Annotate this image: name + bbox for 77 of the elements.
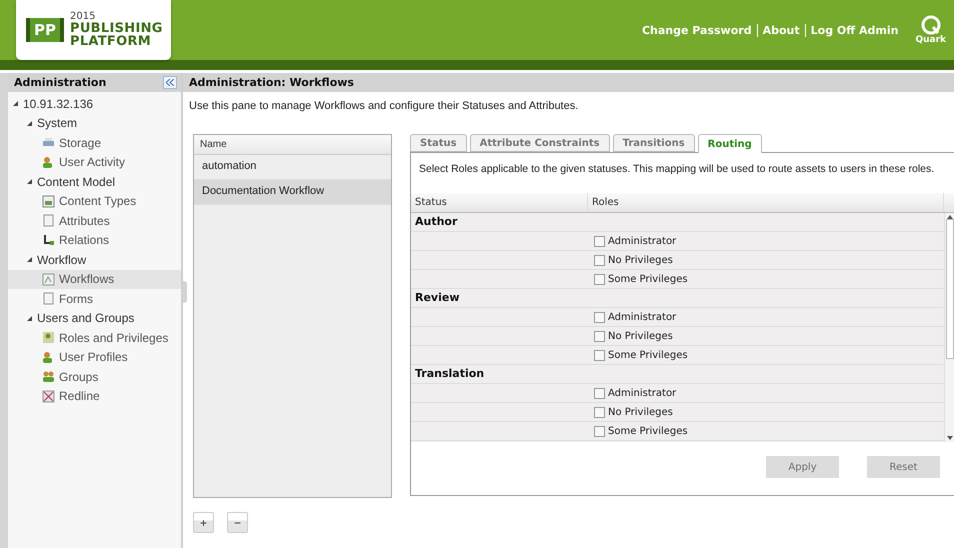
tree-item[interactable]: Groups (8, 367, 181, 386)
checkbox[interactable] (594, 350, 605, 360)
brand-logo-icon (920, 15, 941, 35)
brand-name: Quark (915, 35, 946, 45)
roles-icon (42, 331, 55, 344)
role-label: No Privileges (608, 330, 673, 342)
status-group-row: Review (411, 289, 944, 308)
checkbox[interactable] (594, 406, 605, 418)
expand-triangle-icon[interactable] (26, 178, 33, 186)
splitter-handle[interactable] (182, 281, 187, 303)
role-label: Some Privileges (608, 350, 688, 360)
scrollbar[interactable] (944, 213, 954, 442)
logo-text: PLATFORM (70, 35, 152, 48)
checkbox[interactable] (594, 274, 605, 284)
relation-icon (42, 234, 55, 247)
user-icon (42, 156, 55, 169)
tab[interactable]: Transitions (612, 134, 695, 152)
sidebar-title: Administration (14, 76, 106, 89)
checkbox[interactable] (594, 236, 605, 246)
document-icon (42, 292, 55, 306)
column-header: Name (194, 135, 391, 155)
column-header: Roles (588, 193, 944, 212)
tree-item[interactable]: Storage (8, 133, 181, 152)
double-chevron-icon (166, 79, 174, 86)
expand-triangle-icon[interactable] (12, 100, 19, 108)
role-label: No Privileges (608, 406, 673, 418)
status-group-row: Author (411, 213, 944, 232)
column-header: Status (411, 193, 588, 212)
tree-item[interactable]: Workflows (8, 270, 181, 289)
tree-node[interactable]: Workflow (8, 250, 181, 270)
tree-item[interactable]: Roles and Privileges (8, 328, 181, 348)
role-label: Some Privileges (608, 274, 688, 284)
expand-triangle-icon[interactable] (26, 314, 33, 322)
workflow-icon (42, 272, 55, 286)
tree-node[interactable]: System (8, 114, 181, 133)
checkbox[interactable] (594, 426, 605, 436)
workflow-row[interactable]: Documentation Workflow (194, 180, 391, 205)
tree-item[interactable]: Content Types (8, 192, 181, 211)
tree-item[interactable]: Attributes (8, 211, 181, 230)
checkbox[interactable] (594, 312, 605, 322)
expand-triangle-icon[interactable] (26, 256, 33, 264)
role-label: Administrator (608, 236, 676, 246)
remove-button[interactable]: − (227, 512, 248, 533)
logo-year: 2015 (70, 12, 96, 22)
expand-triangle-icon[interactable] (26, 120, 33, 127)
document-icon (42, 214, 55, 228)
collapse-button[interactable] (163, 76, 177, 89)
user-icon (42, 350, 55, 364)
logo-text: PUBLISHING (70, 22, 163, 35)
pane-title: Administration: Workflows (189, 76, 354, 89)
tab[interactable]: Status (410, 134, 467, 152)
checkbox[interactable] (594, 388, 605, 398)
tree-node[interactable]: Users and Groups (8, 308, 181, 328)
role-label: No Privileges (608, 254, 673, 266)
tree-item[interactable]: User Profiles (8, 348, 181, 367)
logo-mark: PP (26, 18, 64, 42)
tree-item[interactable]: Redline (8, 386, 181, 406)
role-label: Some Privileges (608, 426, 688, 436)
role-label: Administrator (608, 312, 676, 322)
pane-description: Use this pane to manage Workflows and configure their Statuses and Attributes. (189, 100, 580, 114)
tree-node[interactable]: 10.91.32.136 (8, 94, 181, 114)
scroll-down-icon[interactable] (946, 436, 952, 440)
role-label: Administrator (608, 388, 676, 398)
tab[interactable]: Attribute Constraints (470, 134, 610, 152)
group-icon (42, 370, 55, 384)
tree-item[interactable]: Relations (8, 230, 181, 250)
tree-node[interactable]: Content Model (8, 172, 181, 192)
tab[interactable]: Routing (698, 134, 762, 153)
routing-description: Select Roles applicable to the given statuses. This mapping will be used to route assets to users in these roles. (418, 162, 936, 177)
checkbox[interactable] (594, 254, 605, 266)
tree-item[interactable]: User Activity (8, 152, 181, 172)
redline-icon (42, 390, 55, 403)
checkbox[interactable] (594, 330, 605, 342)
status-group-row: Translation (411, 365, 944, 384)
add-button[interactable]: + (193, 512, 214, 533)
picture-icon (42, 194, 55, 208)
tree-item[interactable]: Forms (8, 289, 181, 308)
